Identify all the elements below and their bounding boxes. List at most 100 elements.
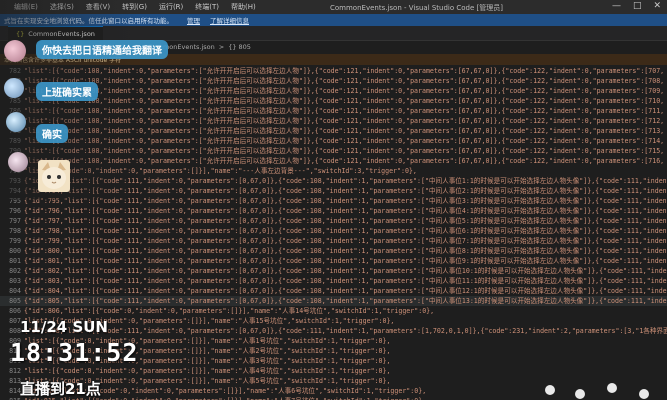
code-line[interactable]: 784"list":[{"code":108,"indent":0,"param… [0, 86, 667, 96]
decorative-dots [545, 383, 649, 399]
json-file-icon: {} [16, 30, 25, 38]
code-line[interactable]: 786 "list":[{"code":108,"indent":0,"param… [0, 106, 667, 116]
code-text: "list":[{"code":108,"indent":0,"paramete… [24, 77, 665, 85]
line-number: 815 [2, 396, 21, 400]
chat-avatar [6, 112, 26, 132]
code-line[interactable]: 792"list":[{"code":0,"indent":0,"paramet… [0, 166, 667, 176]
overlay-time: 18:31:52 [10, 338, 139, 367]
learn-more-link[interactable]: 了解详细信息 [210, 15, 249, 25]
line-number: 793 [9, 177, 21, 185]
code-line[interactable]: 802 {"id":802,"list":[{"code":111,"indent… [0, 266, 667, 276]
line-number: 789 [9, 137, 21, 145]
code-text: {"id":796,"list":[{"code":111,"indent":0… [24, 207, 667, 215]
code-line[interactable]: 787"list":[{"code":108,"indent":0,"param… [0, 116, 667, 126]
cat-sticker [38, 160, 70, 192]
code-line[interactable]: 791"list":[{"code":108,"indent":0,"param… [0, 156, 667, 166]
code-text: {"id":805,"list":[{"code":111,"indent":0… [24, 297, 667, 305]
code-line[interactable]: 805 {"id":805,"list":[{"code":111,"indent… [0, 296, 667, 306]
chat-avatar [8, 152, 28, 172]
close-icon[interactable]: ✕ [653, 1, 661, 11]
code-text: "list":[{"code":108,"indent":0,"paramete… [24, 117, 665, 125]
line-number: 782 [9, 67, 21, 75]
menu-edit[interactable]: 编辑(E) [14, 2, 38, 12]
menu-view[interactable]: 查看(V) [86, 2, 110, 12]
code-text: "list":[{"code":0,"indent":0,"parameters… [24, 367, 391, 375]
code-line[interactable]: 798 {"id":798,"list":[{"code":111,"indent… [0, 226, 667, 236]
line-number: 802 [9, 267, 21, 275]
minimize-icon[interactable]: — [612, 1, 621, 11]
code-text: {"id":802,"list":[{"code":111,"indent":0… [24, 267, 667, 275]
chat-bubble: 确实 [36, 124, 68, 143]
code-line[interactable]: 783"list":[{"code":108,"indent":0,"param… [0, 76, 667, 86]
menu-bar: 编辑(E) 选择(S) 查看(V) 转到(G) 运行(R) 终端(T) 帮助(H… [0, 0, 667, 14]
breadcrumb-node[interactable]: {} 805 [228, 43, 251, 51]
code-text: {"id":798,"list":[{"code":111,"indent":0… [24, 227, 667, 235]
tab-commonevents[interactable]: {} CommonEvents.json [8, 26, 103, 41]
line-number: 813 [9, 377, 21, 385]
code-line[interactable]: 782 "list":[{"code":108,"indent":0,"param… [0, 66, 667, 76]
line-number: 804 [9, 287, 21, 295]
code-line[interactable]: 796 {"id":796,"list":[{"code":111,"indent… [0, 206, 667, 216]
code-text: {"id":800,"list":[{"code":111,"indent":0… [24, 247, 667, 255]
code-line[interactable]: 785 "list":[{"code":108,"indent":0,"param… [0, 96, 667, 106]
overlay-date: 11/24 SUN [20, 318, 108, 336]
code-line[interactable]: 797 {"id":797,"list":[{"code":111,"indent… [0, 216, 667, 226]
code-line[interactable]: 789 "list":[{"code":108,"indent":0,"param… [0, 136, 667, 146]
code-line[interactable]: 794 {"id":794,"list":[{"code":111,"indent… [0, 186, 667, 196]
code-line[interactable]: 790 "list":[{"code":108,"indent":0,"param… [0, 146, 667, 156]
code-text: "list":[{"code":0,"indent":0,"parameters… [24, 167, 417, 175]
code-text: {"id":801,"list":[{"code":111,"indent":0… [24, 257, 667, 265]
line-number: 795 [9, 197, 21, 205]
restricted-mode-banner: 式旨在实现安全地浏览代码。信任此窗口以启用所有功能。 管理 了解详细信息 [0, 14, 667, 26]
code-text: {"id":794,"list":[{"code":111,"indent":0… [24, 187, 667, 195]
code-text: "list":[{"code":108,"indent":0,"paramete… [24, 97, 665, 105]
code-text: "list":[{"code":108,"indent":0,"paramete… [24, 127, 665, 135]
code-text: "list":[{"code":108,"indent":0,"paramete… [24, 67, 665, 75]
code-line[interactable]: 793 {"id":793,"list":[{"code":111,"indent… [0, 176, 667, 186]
line-number: 808 [9, 327, 21, 335]
maximize-icon[interactable]: □ [633, 1, 642, 11]
line-number: 800 [9, 247, 21, 255]
line-number: 801 [9, 257, 21, 265]
menu-selection[interactable]: 选择(S) [50, 2, 74, 12]
line-number: 797 [9, 217, 21, 225]
code-text: "list":[{"code":108,"indent":0,"paramete… [24, 137, 665, 145]
chat-bubble: 上班确实累 [36, 82, 98, 101]
code-line[interactable]: 806 {"id":806,"list":[{"code":0,"indent":… [0, 306, 667, 316]
code-line[interactable]: 812 "list":[{"code":0,"indent":0,"paramet… [0, 366, 667, 376]
code-text: {"id":795,"list":[{"code":111,"indent":0… [24, 197, 667, 205]
line-number: 794 [9, 187, 21, 195]
menu-help[interactable]: 帮助(H) [231, 2, 256, 12]
code-line[interactable]: 800 {"id":800,"list":[{"code":111,"indent… [0, 246, 667, 256]
breadcrumb-sep: > [218, 43, 225, 51]
line-number: 814 [9, 387, 21, 395]
code-line[interactable]: 804 {"id":804,"list":[{"code":111,"indent… [0, 286, 667, 296]
chat-bubble: 你快去把日语精通给我翻译 [36, 40, 168, 59]
window-title: CommonEvents.json - Visual Studio Code [… [330, 4, 503, 12]
line-number: 805 [9, 297, 21, 305]
menu-terminal[interactable]: 终端(T) [195, 2, 219, 12]
code-line[interactable]: 799 {"id":799,"list":[{"code":111,"indent… [0, 236, 667, 246]
code-text: {"id":808,"list":[{"code":111,"indent":0… [24, 327, 667, 335]
code-text: "list":[{"code":108,"indent":0,"paramete… [24, 147, 665, 155]
tab-label: CommonEvents.json [28, 30, 95, 38]
code-line[interactable]: 801 {"id":801,"list":[{"code":111,"indent… [0, 256, 667, 266]
code-text: "list":[{"code":108,"indent":0,"paramete… [24, 87, 665, 95]
line-number: 798 [9, 227, 21, 235]
menu-go[interactable]: 转到(G) [122, 2, 147, 12]
code-line[interactable]: 788"list":[{"code":108,"indent":0,"param… [0, 126, 667, 136]
line-number: 812 [9, 367, 21, 375]
line-number: 807 [9, 317, 21, 325]
manage-link[interactable]: 管理 [187, 15, 200, 25]
code-line[interactable]: 795 {"id":795,"list":[{"code":111,"indent… [0, 196, 667, 206]
editor-tab-bar: {} CommonEvents.json [0, 26, 667, 41]
code-text: {"id":806,"list":[{"code":0,"indent":0,"… [24, 307, 435, 315]
code-text: {"id":804,"list":[{"code":111,"indent":0… [24, 287, 667, 295]
line-number: 803 [9, 277, 21, 285]
code-line[interactable]: 803 {"id":803,"list":[{"code":111,"indent… [0, 276, 667, 286]
code-text: {"id":797,"list":[{"code":111,"indent":0… [24, 217, 667, 225]
code-text: {"id":793,"list":[{"code":111,"indent":0… [24, 177, 667, 185]
menu-run[interactable]: 运行(R) [159, 2, 183, 12]
code-text: {"id":803,"list":[{"code":111,"indent":0… [24, 277, 667, 285]
line-number: 796 [9, 207, 21, 215]
